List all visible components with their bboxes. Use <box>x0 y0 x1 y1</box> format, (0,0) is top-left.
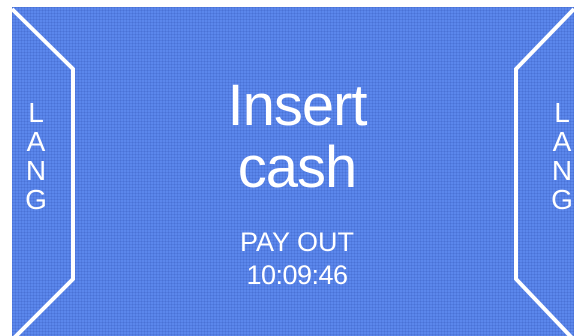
lang-letter: G <box>25 184 47 215</box>
kiosk-screen: L A N G L A N G Insert cash PAY OUT 10:0… <box>12 7 574 336</box>
lang-letter: N <box>25 155 47 186</box>
message-line-2: cash <box>237 135 358 200</box>
lang-letter: A <box>552 126 572 157</box>
pay-out-button[interactable]: PAY OUT <box>92 226 502 258</box>
lang-label-right: L A N G <box>538 98 574 214</box>
lang-letter: G <box>551 184 573 215</box>
insert-cash-message: Insert cash <box>92 75 502 199</box>
clock: 10:09:46 <box>246 260 348 290</box>
lang-letter: L <box>554 97 570 128</box>
lang-letter: A <box>26 126 46 157</box>
lang-letter: N <box>551 155 573 186</box>
lang-label-left: L A N G <box>12 98 60 214</box>
lang-letter: L <box>28 97 44 128</box>
language-button-right[interactable]: L A N G <box>518 62 574 294</box>
language-button-left[interactable]: L A N G <box>12 62 68 294</box>
message-line-1: Insert <box>227 73 367 138</box>
